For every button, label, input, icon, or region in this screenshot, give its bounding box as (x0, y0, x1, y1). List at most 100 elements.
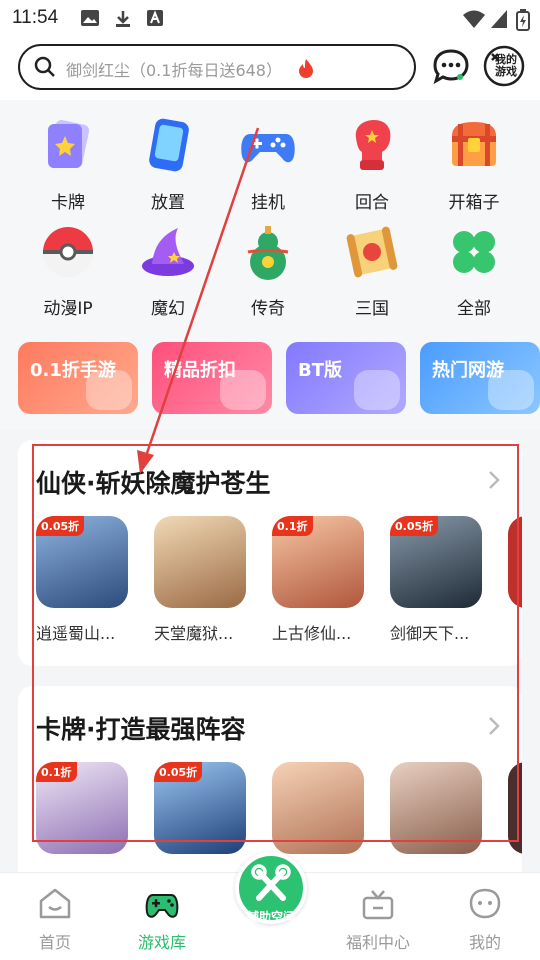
tag-decoration (354, 370, 400, 410)
status-time: 11:54 (12, 7, 59, 28)
tab-mine[interactable]: 我的 (440, 873, 530, 960)
tag-hot-online[interactable]: 热门网游 (420, 342, 540, 414)
category-label: 开箱子 (448, 193, 500, 213)
tag-discount-mobile[interactable]: 0.1折手游 (18, 342, 138, 414)
category-card[interactable]: 卡牌 (18, 116, 118, 213)
category-legend[interactable]: 传奇 (218, 222, 318, 319)
game-thumbnail (508, 762, 522, 854)
category-chest[interactable]: 开箱子 (424, 116, 524, 213)
game-card[interactable] (272, 762, 366, 854)
category-label: 挂机 (251, 193, 285, 213)
category-afk[interactable]: 挂机 (218, 116, 318, 213)
category-label: 三国 (355, 299, 389, 319)
category-fantasy[interactable]: 魔幻 (118, 222, 218, 319)
discount-badge: 0.1折 (272, 516, 313, 536)
game-thumbnail (154, 516, 246, 608)
category-label: 动漫IP (43, 299, 93, 319)
game-thumbnail (508, 516, 522, 608)
game-name: 逍遥蜀山... (36, 624, 116, 643)
category-idle[interactable]: 放置 (118, 116, 218, 213)
game-thumbnail (390, 762, 482, 854)
tab-label: 游戏库 (137, 933, 186, 952)
tag-bt[interactable]: BT版 (286, 342, 406, 414)
tag-label: BT版 (298, 360, 342, 381)
wifi-icon (463, 10, 485, 28)
section-title: 卡牌·打造最强阵容 (36, 715, 246, 744)
tools-icon (251, 864, 291, 901)
message-icon[interactable] (432, 48, 470, 86)
category-label: 魔幻 (151, 299, 185, 319)
phone-icon (149, 118, 189, 172)
text-icon (147, 10, 163, 26)
tag-decoration (488, 370, 534, 410)
game-card-partial[interactable] (508, 762, 522, 854)
discount-badge: 0.05折 (390, 516, 439, 536)
game-card[interactable]: 0.05折 逍遥蜀山... (36, 516, 130, 644)
game-card[interactable]: 0.05折 剑御天下... (390, 516, 484, 644)
section-xianxia: 仙侠·斩妖除魔护苍生 0.05折 逍遥蜀山... 天堂魔狱... 0.1折 上古… (18, 440, 522, 666)
game-name: 剑御天下... (390, 624, 470, 643)
download-icon (116, 11, 130, 27)
signal-icon (491, 10, 507, 28)
pokeball-icon (43, 227, 93, 277)
battery-icon (516, 9, 530, 31)
profile-icon (469, 888, 501, 919)
category-three-kingdoms[interactable]: 三国 (322, 222, 422, 319)
game-name: 上古修仙... (272, 624, 352, 643)
category-anime[interactable]: 动漫IP (18, 222, 118, 319)
treasure-chest-icon (452, 122, 496, 166)
assist-space-label: 辅助空间 (246, 910, 295, 924)
scroll-icon (346, 226, 398, 278)
game-thumbnail: 0.05折 (36, 516, 128, 608)
tab-label: 我的 (468, 933, 501, 952)
category-label: 全部 (457, 299, 491, 319)
game-card[interactable]: 0.1折 (36, 762, 130, 854)
game-thumbnail: 0.1折 (272, 516, 364, 608)
game-thumbnail: 0.1折 (36, 762, 128, 854)
game-thumbnail (272, 762, 364, 854)
chevron-right-icon[interactable] (488, 716, 500, 736)
gamepad-icon (145, 894, 179, 918)
clover-icon (453, 231, 495, 273)
tag-decoration (220, 370, 266, 410)
discount-badge: 0.05折 (36, 516, 85, 536)
category-label: 放置 (151, 193, 185, 213)
chevron-right-icon[interactable] (488, 470, 500, 490)
my-games-button[interactable]: 我的游戏 (482, 44, 526, 88)
tab-game-library[interactable]: 游戏库 (117, 873, 207, 960)
tab-label: 首页 (38, 933, 71, 952)
section-title: 仙侠·斩妖除魔护苍生 (36, 469, 271, 498)
gamepad-icon (241, 134, 295, 163)
tab-home[interactable]: 首页 (10, 873, 100, 960)
gourd-icon (247, 226, 289, 280)
search-placeholder: 御剑红尘（0.1折每日送648） (66, 61, 282, 80)
tab-welfare[interactable]: 福利中心 (333, 873, 423, 960)
game-card[interactable]: 天堂魔狱... (154, 516, 248, 644)
game-thumbnail: 0.05折 (154, 762, 246, 854)
wizard-hat-icon (142, 228, 194, 276)
category-all[interactable]: 全部 (424, 222, 524, 319)
search-icon (34, 56, 55, 77)
game-name: 天堂魔狱... (154, 624, 234, 643)
boxing-glove-icon (355, 120, 391, 170)
category-turn[interactable]: 回合 (322, 116, 422, 213)
game-card[interactable]: 0.1折 上古修仙... (272, 516, 366, 644)
tag-decoration (86, 370, 132, 410)
assist-space-button[interactable]: 辅助空间 (235, 852, 307, 924)
category-label: 卡牌 (51, 193, 85, 213)
game-thumbnail: 0.05折 (390, 516, 482, 608)
search-bar[interactable]: 御剑红尘（0.1折每日送648） (18, 44, 416, 90)
home-icon (39, 888, 71, 919)
category-label: 传奇 (251, 299, 285, 319)
game-card[interactable]: 0.05折 (154, 762, 248, 854)
header-bar: 御剑红尘（0.1折每日送648） 我的游戏 (0, 36, 540, 100)
card-icon (48, 120, 90, 168)
status-bar: 11:54 (0, 0, 540, 36)
gift-box-icon (362, 890, 394, 920)
flame-icon (299, 59, 313, 78)
game-card-partial[interactable] (508, 516, 522, 608)
game-card[interactable] (390, 762, 484, 854)
discount-badge: 0.05折 (154, 762, 203, 782)
my-games-label: 我的游戏 (495, 53, 517, 78)
tag-premium-discount[interactable]: 精品折扣 (152, 342, 272, 414)
